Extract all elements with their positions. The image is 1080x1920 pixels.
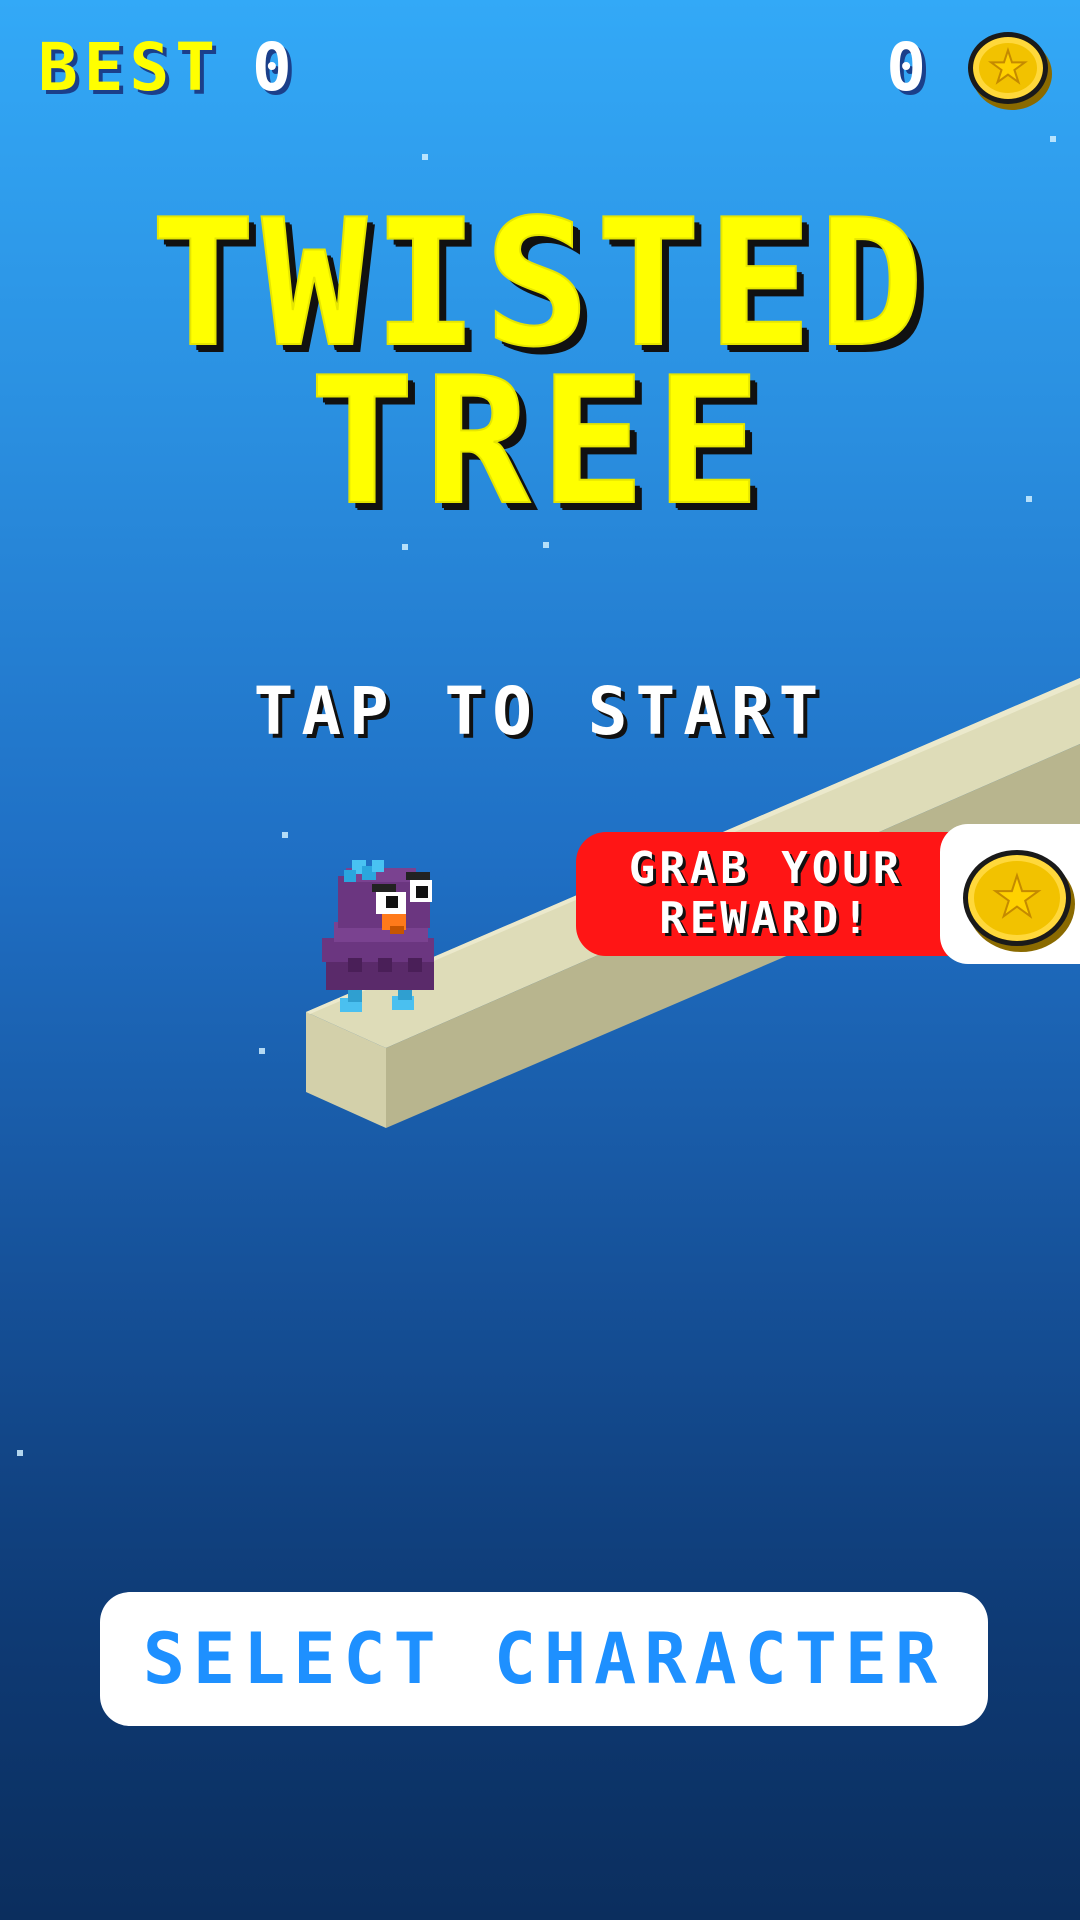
reward-line-1: GRAB YOUR xyxy=(628,843,904,894)
grab-reward-button[interactable]: GRAB YOUR REWARD! xyxy=(576,832,956,956)
game-screen[interactable]: BEST 0 0 ★ TWISTED TREE TAP TO START GRA… xyxy=(0,0,1080,1920)
select-character-label: SELECT CHARACTER xyxy=(142,1618,946,1700)
star-coin-icon: ★ xyxy=(963,850,1071,946)
bird-character xyxy=(322,860,434,1012)
select-character-button[interactable]: SELECT CHARACTER xyxy=(100,1592,988,1726)
reward-line-2: REWARD! xyxy=(659,893,873,944)
